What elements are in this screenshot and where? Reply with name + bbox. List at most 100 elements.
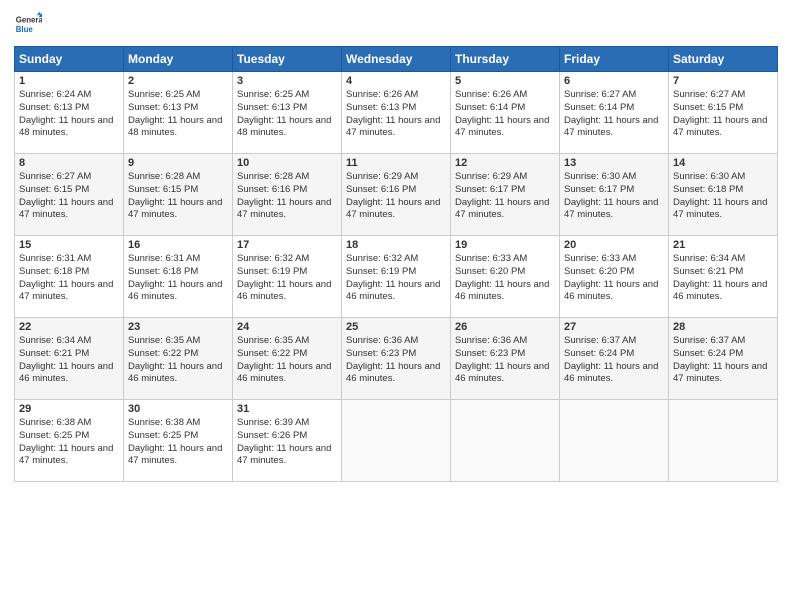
day-number: 6 <box>564 75 664 87</box>
svg-text:Blue: Blue <box>16 25 34 34</box>
calendar-cell: 8 Sunrise: 6:27 AMSunset: 6:15 PMDayligh… <box>15 154 124 236</box>
calendar-table: SundayMondayTuesdayWednesdayThursdayFrid… <box>14 46 778 482</box>
calendar-cell: 24 Sunrise: 6:35 AMSunset: 6:22 PMDaylig… <box>233 318 342 400</box>
day-number: 9 <box>128 157 228 169</box>
calendar-cell: 9 Sunrise: 6:28 AMSunset: 6:15 PMDayligh… <box>124 154 233 236</box>
calendar-cell: 26 Sunrise: 6:36 AMSunset: 6:23 PMDaylig… <box>451 318 560 400</box>
calendar-week-row: 8 Sunrise: 6:27 AMSunset: 6:15 PMDayligh… <box>15 154 778 236</box>
cell-info: Sunrise: 6:34 AMSunset: 6:21 PMDaylight:… <box>19 335 113 384</box>
cell-info: Sunrise: 6:34 AMSunset: 6:21 PMDaylight:… <box>673 253 767 302</box>
day-number: 25 <box>346 321 446 333</box>
day-number: 16 <box>128 239 228 251</box>
logo-icon: General Blue <box>14 10 42 38</box>
calendar-cell: 17 Sunrise: 6:32 AMSunset: 6:19 PMDaylig… <box>233 236 342 318</box>
day-number: 29 <box>19 403 119 415</box>
cell-info: Sunrise: 6:26 AMSunset: 6:14 PMDaylight:… <box>455 89 549 138</box>
calendar-cell: 7 Sunrise: 6:27 AMSunset: 6:15 PMDayligh… <box>669 72 778 154</box>
weekday-header-cell: Saturday <box>669 47 778 72</box>
day-number: 26 <box>455 321 555 333</box>
day-number: 31 <box>237 403 337 415</box>
weekday-header-cell: Tuesday <box>233 47 342 72</box>
calendar-cell: 11 Sunrise: 6:29 AMSunset: 6:16 PMDaylig… <box>342 154 451 236</box>
cell-info: Sunrise: 6:31 AMSunset: 6:18 PMDaylight:… <box>19 253 113 302</box>
calendar-cell: 16 Sunrise: 6:31 AMSunset: 6:18 PMDaylig… <box>124 236 233 318</box>
cell-info: Sunrise: 6:35 AMSunset: 6:22 PMDaylight:… <box>128 335 222 384</box>
calendar-week-row: 15 Sunrise: 6:31 AMSunset: 6:18 PMDaylig… <box>15 236 778 318</box>
cell-info: Sunrise: 6:38 AMSunset: 6:25 PMDaylight:… <box>128 417 222 466</box>
calendar-cell: 21 Sunrise: 6:34 AMSunset: 6:21 PMDaylig… <box>669 236 778 318</box>
day-number: 20 <box>564 239 664 251</box>
cell-info: Sunrise: 6:25 AMSunset: 6:13 PMDaylight:… <box>237 89 331 138</box>
day-number: 8 <box>19 157 119 169</box>
day-number: 1 <box>19 75 119 87</box>
cell-info: Sunrise: 6:26 AMSunset: 6:13 PMDaylight:… <box>346 89 440 138</box>
cell-info: Sunrise: 6:36 AMSunset: 6:23 PMDaylight:… <box>455 335 549 384</box>
cell-info: Sunrise: 6:24 AMSunset: 6:13 PMDaylight:… <box>19 89 113 138</box>
day-number: 5 <box>455 75 555 87</box>
calendar-cell: 10 Sunrise: 6:28 AMSunset: 6:16 PMDaylig… <box>233 154 342 236</box>
calendar-cell: 13 Sunrise: 6:30 AMSunset: 6:17 PMDaylig… <box>560 154 669 236</box>
page-header: General Blue <box>14 10 778 38</box>
day-number: 15 <box>19 239 119 251</box>
day-number: 4 <box>346 75 446 87</box>
svg-text:General: General <box>16 15 42 24</box>
cell-info: Sunrise: 6:29 AMSunset: 6:17 PMDaylight:… <box>455 171 549 220</box>
weekday-header-cell: Friday <box>560 47 669 72</box>
calendar-cell: 27 Sunrise: 6:37 AMSunset: 6:24 PMDaylig… <box>560 318 669 400</box>
calendar-cell: 18 Sunrise: 6:32 AMSunset: 6:19 PMDaylig… <box>342 236 451 318</box>
day-number: 14 <box>673 157 773 169</box>
calendar-cell: 30 Sunrise: 6:38 AMSunset: 6:25 PMDaylig… <box>124 400 233 482</box>
cell-info: Sunrise: 6:25 AMSunset: 6:13 PMDaylight:… <box>128 89 222 138</box>
cell-info: Sunrise: 6:30 AMSunset: 6:17 PMDaylight:… <box>564 171 658 220</box>
weekday-header-cell: Wednesday <box>342 47 451 72</box>
day-number: 11 <box>346 157 446 169</box>
day-number: 30 <box>128 403 228 415</box>
calendar-cell: 31 Sunrise: 6:39 AMSunset: 6:26 PMDaylig… <box>233 400 342 482</box>
calendar-page: General Blue SundayMondayTuesdayWednesda… <box>0 0 792 612</box>
day-number: 18 <box>346 239 446 251</box>
weekday-header-cell: Monday <box>124 47 233 72</box>
day-number: 13 <box>564 157 664 169</box>
calendar-cell <box>451 400 560 482</box>
calendar-week-row: 22 Sunrise: 6:34 AMSunset: 6:21 PMDaylig… <box>15 318 778 400</box>
weekday-header-cell: Thursday <box>451 47 560 72</box>
day-number: 22 <box>19 321 119 333</box>
calendar-cell: 14 Sunrise: 6:30 AMSunset: 6:18 PMDaylig… <box>669 154 778 236</box>
cell-info: Sunrise: 6:38 AMSunset: 6:25 PMDaylight:… <box>19 417 113 466</box>
cell-info: Sunrise: 6:27 AMSunset: 6:15 PMDaylight:… <box>19 171 113 220</box>
day-number: 7 <box>673 75 773 87</box>
calendar-body: 1 Sunrise: 6:24 AMSunset: 6:13 PMDayligh… <box>15 72 778 482</box>
cell-info: Sunrise: 6:32 AMSunset: 6:19 PMDaylight:… <box>346 253 440 302</box>
cell-info: Sunrise: 6:30 AMSunset: 6:18 PMDaylight:… <box>673 171 767 220</box>
calendar-cell: 1 Sunrise: 6:24 AMSunset: 6:13 PMDayligh… <box>15 72 124 154</box>
calendar-cell: 23 Sunrise: 6:35 AMSunset: 6:22 PMDaylig… <box>124 318 233 400</box>
calendar-cell: 6 Sunrise: 6:27 AMSunset: 6:14 PMDayligh… <box>560 72 669 154</box>
calendar-cell: 25 Sunrise: 6:36 AMSunset: 6:23 PMDaylig… <box>342 318 451 400</box>
calendar-cell: 3 Sunrise: 6:25 AMSunset: 6:13 PMDayligh… <box>233 72 342 154</box>
calendar-cell <box>560 400 669 482</box>
calendar-cell: 2 Sunrise: 6:25 AMSunset: 6:13 PMDayligh… <box>124 72 233 154</box>
day-number: 12 <box>455 157 555 169</box>
cell-info: Sunrise: 6:37 AMSunset: 6:24 PMDaylight:… <box>564 335 658 384</box>
day-number: 10 <box>237 157 337 169</box>
cell-info: Sunrise: 6:28 AMSunset: 6:15 PMDaylight:… <box>128 171 222 220</box>
calendar-cell <box>669 400 778 482</box>
cell-info: Sunrise: 6:27 AMSunset: 6:15 PMDaylight:… <box>673 89 767 138</box>
calendar-cell: 12 Sunrise: 6:29 AMSunset: 6:17 PMDaylig… <box>451 154 560 236</box>
day-number: 17 <box>237 239 337 251</box>
calendar-week-row: 29 Sunrise: 6:38 AMSunset: 6:25 PMDaylig… <box>15 400 778 482</box>
weekday-header-cell: Sunday <box>15 47 124 72</box>
logo: General Blue <box>14 10 42 38</box>
day-number: 19 <box>455 239 555 251</box>
calendar-cell: 19 Sunrise: 6:33 AMSunset: 6:20 PMDaylig… <box>451 236 560 318</box>
calendar-cell: 5 Sunrise: 6:26 AMSunset: 6:14 PMDayligh… <box>451 72 560 154</box>
weekday-header-row: SundayMondayTuesdayWednesdayThursdayFrid… <box>15 47 778 72</box>
calendar-week-row: 1 Sunrise: 6:24 AMSunset: 6:13 PMDayligh… <box>15 72 778 154</box>
day-number: 28 <box>673 321 773 333</box>
cell-info: Sunrise: 6:27 AMSunset: 6:14 PMDaylight:… <box>564 89 658 138</box>
calendar-cell: 29 Sunrise: 6:38 AMSunset: 6:25 PMDaylig… <box>15 400 124 482</box>
day-number: 23 <box>128 321 228 333</box>
day-number: 3 <box>237 75 337 87</box>
cell-info: Sunrise: 6:33 AMSunset: 6:20 PMDaylight:… <box>455 253 549 302</box>
calendar-cell: 20 Sunrise: 6:33 AMSunset: 6:20 PMDaylig… <box>560 236 669 318</box>
